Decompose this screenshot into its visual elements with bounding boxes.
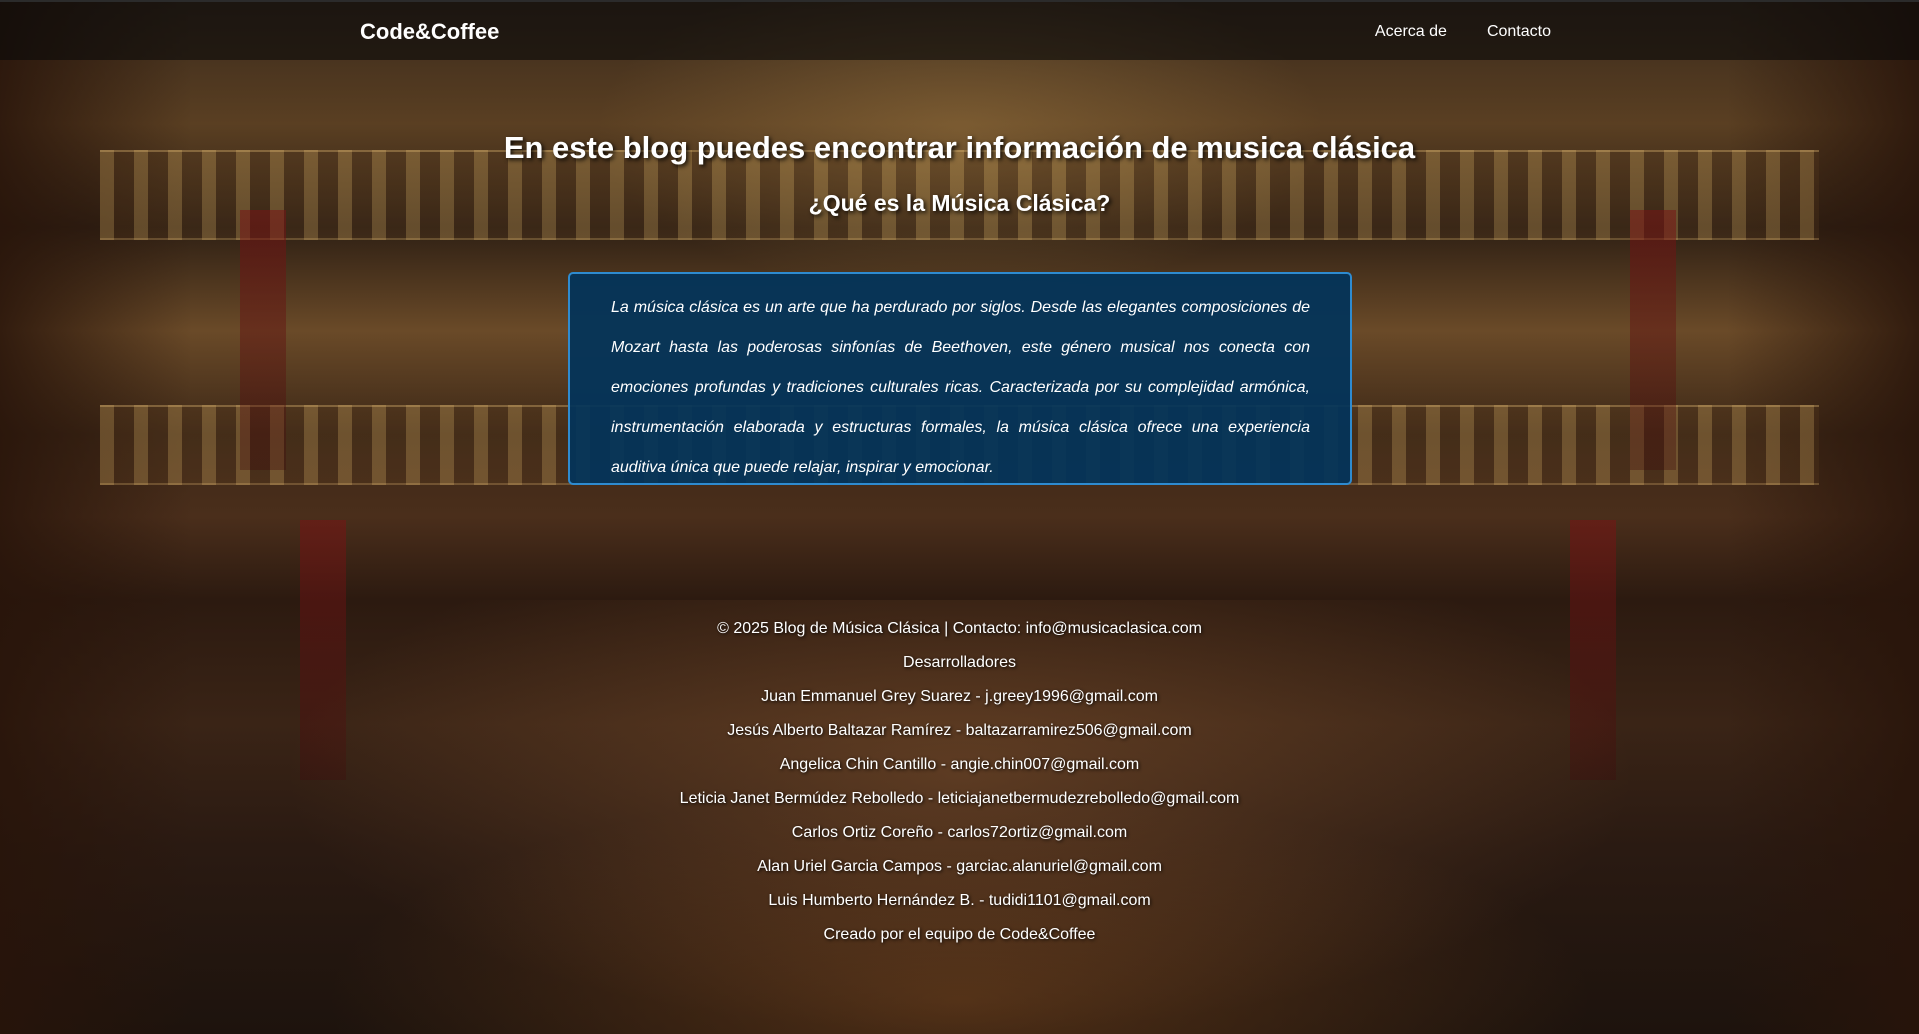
developer-item: Leticia Janet Bermúdez Rebolledo - letic… (679, 790, 1240, 807)
info-text: La música clásica es un arte que ha perd… (611, 299, 1310, 476)
developer-item: Angelica Chin Cantillo - angie.chin007@g… (779, 756, 1140, 773)
footer-credit: Creado por el equipo de Code&Coffee (823, 926, 1096, 943)
developer-item: Alan Uriel Garcia Campos - garciac.alanu… (757, 858, 1162, 875)
nav-link-contact[interactable]: Contacto (1487, 23, 1551, 41)
brand-link[interactable]: Code&Coffee (360, 19, 499, 45)
developer-item: Juan Emmanuel Grey Suarez - j.greey1996@… (761, 688, 1158, 705)
navbar: Code&Coffee Acerca de Contacto (0, 0, 1919, 60)
developer-item: Carlos Ortiz Coreño - carlos72ortiz@gmai… (791, 824, 1128, 841)
developer-item: Jesús Alberto Baltazar Ramírez - baltaza… (727, 722, 1192, 739)
footer: © 2025 Blog de Música Clásica | Contacto… (0, 617, 1919, 957)
footer-copyright: © 2025 Blog de Música Clásica | Contacto… (717, 620, 1202, 637)
page-title: En este blog puedes encontrar informació… (503, 130, 1416, 165)
curtain-decoration (240, 210, 286, 470)
developer-item: Luis Humberto Hernández B. - tudidi1101@… (768, 892, 1151, 909)
section-subtitle: ¿Qué es la Música Clásica? (808, 190, 1111, 216)
info-box: La música clásica es un arte que ha perd… (568, 272, 1352, 485)
curtain-decoration (1630, 210, 1676, 470)
nav-link-about[interactable]: Acerca de (1375, 23, 1447, 41)
nav-links: Acerca de Contacto (1375, 23, 1551, 41)
developers-heading: Desarrolladores (903, 654, 1016, 671)
